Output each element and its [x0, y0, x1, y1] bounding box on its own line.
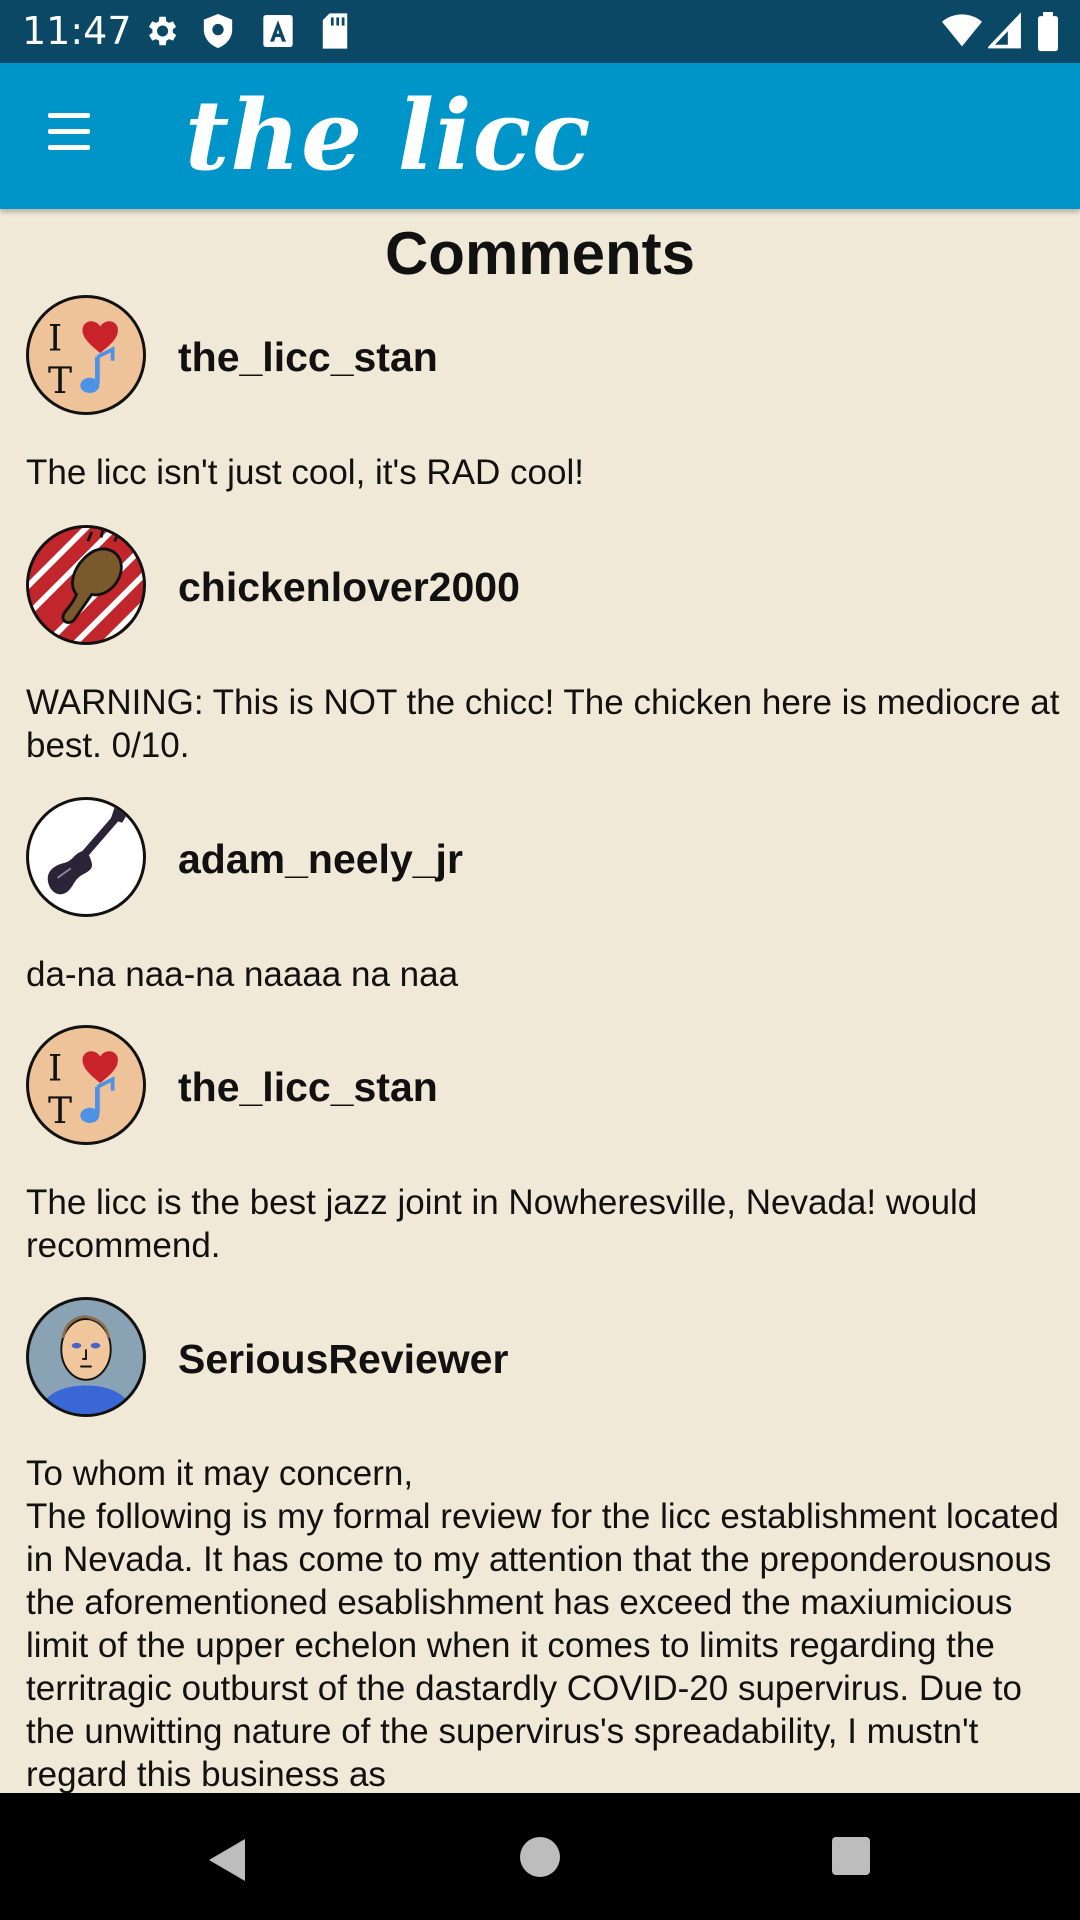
svg-text:T: T [48, 360, 72, 402]
comment-text: da-na naa-na naaaa na naa [26, 955, 459, 994]
status-bar: 11:47 [0, 0, 1080, 63]
comment-username[interactable]: adam_neely_jr [178, 835, 463, 883]
svg-text:I: I [48, 1047, 62, 1089]
shield-icon [203, 14, 233, 48]
page-title: Comments [384, 220, 696, 287]
chicken-leg-avatar[interactable] [26, 525, 146, 645]
comment-text: WARNING: This is NOT the chicc! The chic… [26, 683, 1070, 765]
wifi-icon [942, 14, 982, 47]
battery-icon [1038, 12, 1058, 52]
bass-guitar-avatar[interactable] [26, 797, 146, 917]
cellular-signal-icon [988, 12, 1021, 49]
svg-text:T: T [48, 1090, 72, 1132]
svg-text:I: I [48, 317, 62, 359]
hamburger-menu-icon[interactable] [40, 113, 100, 157]
i-heart-music-avatar[interactable]: I T [26, 295, 146, 415]
recent-apps-square-icon[interactable] [832, 1837, 870, 1875]
status-time: 11:47 [22, 9, 132, 53]
man-portrait-avatar[interactable] [26, 1297, 146, 1417]
text-a-icon [263, 15, 293, 47]
app-bar: the licc [0, 63, 1080, 209]
settings-gear-icon [148, 16, 177, 46]
comments-scroll-area[interactable]: Comments I T the_licc_stan The licc isn'… [0, 209, 1080, 1793]
comment-text: The licc isn't just cool, it's RAD cool! [26, 453, 584, 492]
sd-card-icon [322, 13, 348, 49]
home-circle-icon[interactable] [520, 1837, 560, 1877]
comment-text: To whom it may concern, The following is… [26, 1454, 1059, 1793]
i-heart-music-avatar[interactable]: I T [26, 1025, 146, 1145]
comment-text: The licc is the best jazz joint in Nowhe… [26, 1183, 988, 1265]
system-navigation-bar [0, 1793, 1080, 1920]
comment-username[interactable]: the_licc_stan [178, 1063, 438, 1111]
comment-username[interactable]: the_licc_stan [178, 333, 438, 381]
comment-username[interactable]: SeriousReviewer [178, 1335, 508, 1383]
comment-username[interactable]: chickenlover2000 [178, 563, 520, 611]
app-title: the licc [185, 79, 592, 192]
back-triangle-icon[interactable] [205, 1837, 249, 1883]
